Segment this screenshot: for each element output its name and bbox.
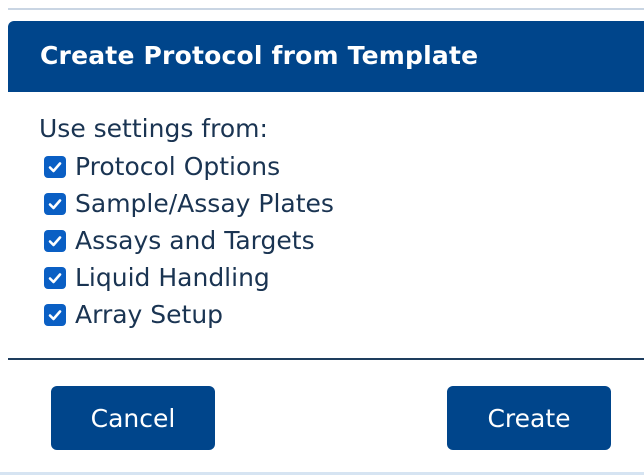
check-icon — [48, 309, 62, 320]
option-liquid-handling[interactable]: Liquid Handling — [44, 259, 334, 296]
array-setup-label[interactable]: Array Setup — [75, 300, 223, 329]
footer-divider — [8, 358, 644, 360]
assays-and-targets-label[interactable]: Assays and Targets — [75, 226, 315, 255]
check-icon — [48, 161, 62, 172]
sample-assay-plates-checkbox[interactable] — [44, 192, 66, 215]
cancel-button[interactable]: Cancel — [51, 386, 215, 450]
check-icon — [48, 235, 62, 246]
protocol-options-label[interactable]: Protocol Options — [75, 152, 280, 181]
option-assays-and-targets[interactable]: Assays and Targets — [44, 222, 334, 259]
dialog-title: Create Protocol from Template — [40, 41, 479, 70]
check-icon — [48, 272, 62, 283]
array-setup-checkbox[interactable] — [44, 303, 66, 326]
check-icon — [48, 198, 62, 209]
sample-assay-plates-label[interactable]: Sample/Assay Plates — [75, 189, 334, 218]
create-protocol-dialog: Create Protocol from Template Use settin… — [8, 10, 644, 475]
option-sample-assay-plates[interactable]: Sample/Assay Plates — [44, 185, 334, 222]
create-button[interactable]: Create — [447, 386, 611, 450]
option-array-setup[interactable]: Array Setup — [44, 296, 334, 333]
assays-and-targets-checkbox[interactable] — [44, 229, 66, 252]
settings-options-list: Protocol Options Sample/Assay Plates Ass… — [44, 148, 334, 333]
protocol-options-checkbox[interactable] — [44, 155, 66, 178]
dialog-header: Create Protocol from Template — [8, 21, 644, 92]
liquid-handling-checkbox[interactable] — [44, 266, 66, 289]
settings-source-label: Use settings from: — [39, 114, 268, 143]
option-protocol-options[interactable]: Protocol Options — [44, 148, 334, 185]
liquid-handling-label[interactable]: Liquid Handling — [75, 263, 270, 292]
dialog-body: Use settings from: Protocol Options Samp… — [8, 92, 644, 360]
